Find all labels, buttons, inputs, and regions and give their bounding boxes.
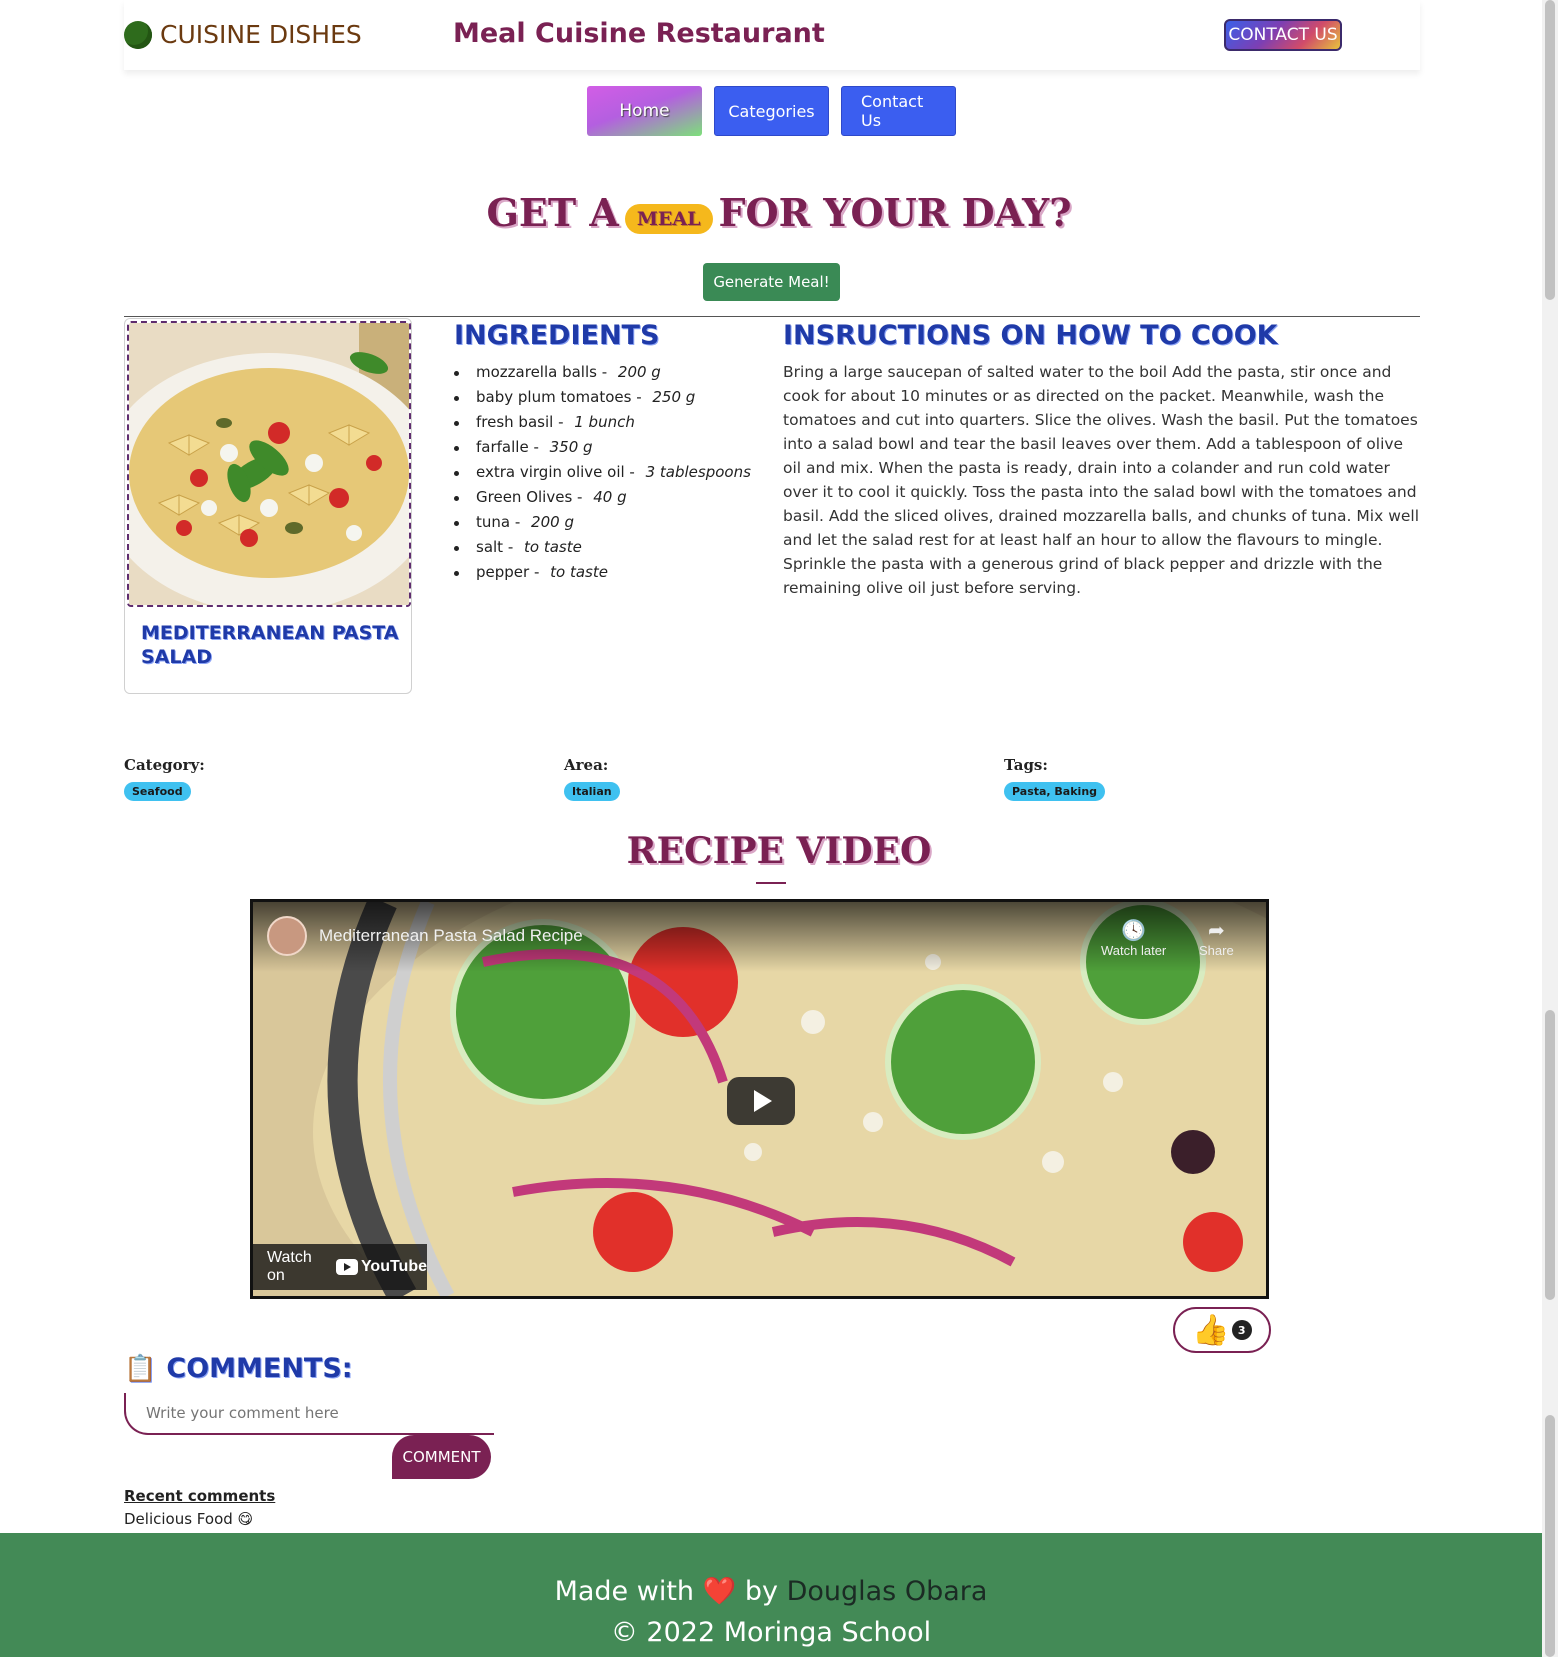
instructions-text: Bring a large saucepan of salted water t… bbox=[783, 363, 1420, 597]
share-icon: ➦ bbox=[1207, 920, 1225, 942]
recipe-video-title: RECIPE VIDEO bbox=[626, 830, 932, 872]
list-item: Green Olives - 40 g bbox=[454, 485, 751, 510]
brand[interactable]: CUISINE DISHES bbox=[124, 20, 362, 49]
recent-comments-title: Recent comments bbox=[124, 1487, 276, 1505]
ingredients-title: INGREDIENTS bbox=[454, 320, 660, 351]
category-badge: Seafood bbox=[124, 782, 191, 801]
generate-meal-button[interactable]: Generate Meal! bbox=[703, 263, 840, 301]
thumbs-up-icon: 👍 bbox=[1192, 1312, 1230, 1348]
share-button[interactable]: ➦ Share bbox=[1199, 918, 1234, 958]
category-label: Category: bbox=[124, 756, 205, 774]
area-label: Area: bbox=[564, 756, 609, 774]
list-item: baby plum tomatoes - 250 g bbox=[454, 385, 751, 410]
comments-title: COMMENTS: bbox=[166, 1353, 353, 1384]
list-item: Delicious Food 😋 bbox=[124, 1510, 254, 1528]
youtube-logo-icon: YouTube bbox=[335, 1258, 427, 1276]
tags-badge: Pasta, Baking bbox=[1004, 782, 1106, 801]
scrollbar[interactable] bbox=[1542, 0, 1558, 1657]
instructions-title: INSRUCTIONS ON HOW TO COOK bbox=[783, 320, 1278, 351]
list-item: fresh basil - 1 bunch bbox=[454, 410, 751, 435]
hero-suffix: FOR YOUR DAY? bbox=[718, 190, 1072, 235]
site-title: Meal Cuisine Restaurant bbox=[453, 18, 825, 49]
heart-icon: ❤️ bbox=[702, 1576, 737, 1607]
meal-card: MEDITERRANEAN PASTA SALAD bbox=[124, 318, 412, 694]
watch-on-label: Watch on bbox=[267, 1249, 312, 1284]
header: CUISINE DISHES Meal Cuisine Restaurant C… bbox=[124, 0, 1420, 70]
scrollbar-thumb[interactable] bbox=[1545, 0, 1555, 300]
hero-heading: GET A MEAL FOR YOUR DAY? bbox=[0, 190, 1558, 235]
brand-name: CUISINE DISHES bbox=[160, 20, 362, 49]
comment-input[interactable] bbox=[124, 1393, 494, 1435]
nav-categories-button[interactable]: Categories bbox=[714, 86, 829, 136]
title-underline bbox=[756, 882, 786, 884]
tags-label: Tags: bbox=[1004, 756, 1048, 774]
tags-block: Tags: Pasta, Baking bbox=[1004, 756, 1106, 801]
leaf-logo-icon bbox=[124, 20, 152, 49]
scrollbar-thumb[interactable] bbox=[1545, 1415, 1555, 1657]
meal-name: MEDITERRANEAN PASTA SALAD bbox=[141, 622, 399, 668]
list-item: mozzarella balls - 200 g bbox=[454, 360, 751, 385]
list-item: pepper - to taste bbox=[454, 560, 751, 585]
ingredients-list: mozzarella balls - 200 g baby plum tomat… bbox=[454, 360, 751, 585]
contact-us-button[interactable]: CONTACT US bbox=[1224, 19, 1342, 51]
watch-later-label: Watch later bbox=[1101, 943, 1167, 958]
like-count: 3 bbox=[1231, 1320, 1252, 1340]
footer-credit: Made with ❤️ by Douglas Obara bbox=[554, 1576, 988, 1607]
meal-pill: MEAL bbox=[624, 203, 713, 234]
list-item: extra virgin olive oil - 3 tablespoons bbox=[454, 460, 751, 485]
video-title[interactable]: Mediterranean Pasta Salad Recipe bbox=[319, 926, 583, 946]
hero-prefix: GET A bbox=[486, 190, 619, 235]
divider bbox=[124, 316, 1420, 317]
clock-icon: 🕓 bbox=[1121, 920, 1147, 942]
footer: Made with ❤️ by Douglas Obara © 2022 Mor… bbox=[0, 1533, 1542, 1657]
comments-heading: 📋 COMMENTS: bbox=[124, 1353, 353, 1384]
watch-later-button[interactable]: 🕓 Watch later bbox=[1101, 918, 1166, 958]
author-link[interactable]: Douglas Obara bbox=[787, 1576, 988, 1607]
main-nav: Home Categories Contact Us bbox=[587, 86, 956, 136]
scrollbar-thumb[interactable] bbox=[1545, 1010, 1555, 1300]
list-item: farfalle - 350 g bbox=[454, 435, 751, 460]
like-button[interactable]: 👍 3 bbox=[1173, 1307, 1271, 1353]
nav-home-button[interactable]: Home bbox=[587, 86, 702, 136]
watch-on-youtube-button[interactable]: Watch on YouTube bbox=[253, 1244, 427, 1290]
category-block: Category: Seafood bbox=[124, 756, 205, 801]
video-player[interactable]: Mediterranean Pasta Salad Recipe 🕓 Watch… bbox=[250, 899, 1269, 1299]
channel-avatar[interactable] bbox=[267, 916, 307, 956]
area-block: Area: Italian bbox=[564, 756, 620, 801]
footer-copyright: © 2022 Moringa School bbox=[610, 1617, 932, 1648]
comment-button[interactable]: COMMENT bbox=[392, 1435, 491, 1479]
play-button[interactable] bbox=[727, 1077, 795, 1125]
meal-image bbox=[127, 321, 411, 607]
area-badge: Italian bbox=[564, 782, 620, 801]
list-item: tuna - 200 g bbox=[454, 510, 751, 535]
list-item: salt - to taste bbox=[454, 535, 751, 560]
share-label: Share bbox=[1199, 943, 1234, 958]
nav-contact-button[interactable]: Contact Us bbox=[841, 86, 956, 136]
clipboard-icon: 📋 bbox=[124, 1353, 157, 1384]
